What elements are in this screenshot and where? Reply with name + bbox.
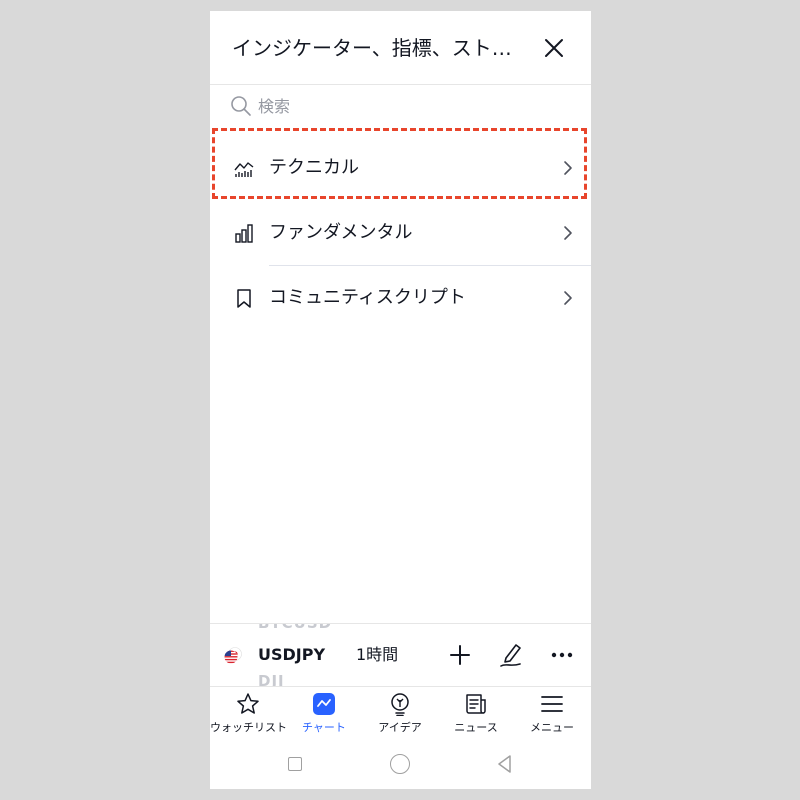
nav-label: メニュー <box>530 721 574 734</box>
highlight-annotation <box>212 128 587 199</box>
plus-icon <box>450 645 470 665</box>
news-icon <box>466 694 486 714</box>
category-label: ファンダメンタル <box>269 222 413 243</box>
us-jp-flag-icon <box>224 647 242 664</box>
nav-label: ウォッチリスト <box>210 721 287 734</box>
system-navigation-bar <box>210 747 591 789</box>
drawing-tools-button[interactable] <box>498 640 524 668</box>
nav-news[interactable]: ニュース <box>438 686 514 746</box>
star-icon <box>237 693 259 714</box>
close-button[interactable] <box>541 35 567 61</box>
pen-icon <box>500 644 521 667</box>
scroll-ghost-symbol: BTCUSD <box>258 623 333 632</box>
bar-chart-icon <box>235 224 253 243</box>
indicator-panel: インジケーター、指標、スト… テクニカル ファンダメンタル <box>210 11 591 789</box>
header-divider <box>210 84 591 85</box>
category-community-scripts[interactable]: コミュニティスクリプト <box>210 266 591 330</box>
more-options-button[interactable] <box>549 643 575 667</box>
scroll-ghost-symbol: DJI <box>258 672 285 687</box>
panel-header: インジケーター、指標、スト… <box>210 11 591 85</box>
search-bar <box>210 91 591 121</box>
lightbulb-icon <box>391 693 409 716</box>
category-label: コミュニティスクリプト <box>269 287 466 308</box>
add-button[interactable] <box>448 643 472 667</box>
nav-chart[interactable]: チャート <box>286 686 362 746</box>
interval-button[interactable]: 1時間 <box>356 644 398 666</box>
nav-label: チャート <box>302 721 346 734</box>
chart-icon <box>313 693 335 715</box>
chevron-right-icon <box>564 291 572 305</box>
back-triangle-icon[interactable] <box>495 753 513 775</box>
home-button[interactable] <box>390 754 410 774</box>
nav-label: ニュース <box>454 721 498 734</box>
bottom-navigation: ウォッチリスト チャート アイデア ニュース メニュー <box>210 686 591 746</box>
category-fundamental[interactable]: ファンダメンタル <box>210 201 591 265</box>
symbol-button[interactable]: USDJPY <box>258 644 325 666</box>
close-icon <box>545 39 563 57</box>
nav-label: アイデア <box>378 721 422 734</box>
bookmark-icon <box>237 289 251 308</box>
menu-icon <box>541 696 563 712</box>
search-icon <box>231 96 251 116</box>
panel-title: インジケーター、指標、スト… <box>232 36 512 60</box>
nav-watchlist[interactable]: ウォッチリスト <box>210 686 287 746</box>
recent-apps-button[interactable] <box>288 757 302 771</box>
nav-menu[interactable]: メニュー <box>514 686 590 746</box>
symbol-toolbar: BTCUSD DJI USDJPY 1時間 <box>210 623 591 687</box>
search-input[interactable] <box>258 93 558 119</box>
nav-ideas[interactable]: アイデア <box>362 686 438 746</box>
chevron-right-icon <box>564 226 572 240</box>
more-dots-icon <box>551 652 573 658</box>
